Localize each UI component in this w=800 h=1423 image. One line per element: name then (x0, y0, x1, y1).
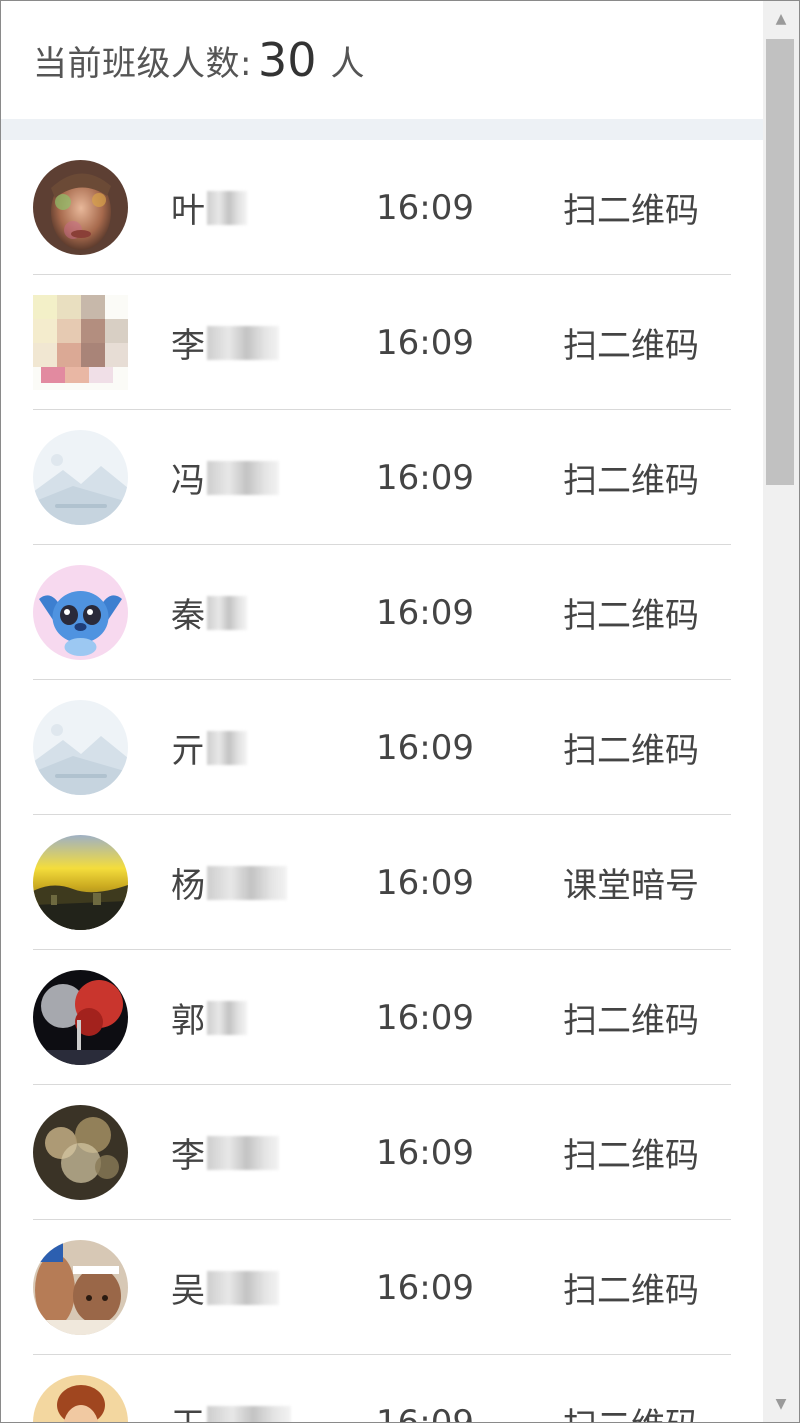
name-redaction (207, 1000, 247, 1035)
avatar (33, 430, 128, 525)
avatar (33, 1240, 128, 1335)
student-row[interactable]: 李 16:09 扫二维码 (33, 1085, 731, 1220)
checkin-time: 16:09 (376, 187, 474, 228)
section-divider (1, 119, 763, 140)
avatar (33, 700, 128, 795)
avatar (33, 835, 128, 930)
student-list: 叶 16:09 扫二维码 李 16:09 扫二维码 冯 16:09 扫二维码 秦… (1, 140, 763, 1422)
name-redaction (207, 730, 247, 765)
class-count-unit: 人 (330, 43, 365, 84)
checkin-time: 16:09 (376, 997, 474, 1038)
student-surname: 杨 (171, 866, 205, 906)
student-surname: 冯 (171, 461, 205, 501)
student-name: 杨 (171, 815, 287, 950)
checkin-window: 当前班级人数: 30 人 叶 16:09 扫二维码 李 16:09 扫二维码 冯… (0, 0, 800, 1423)
student-surname: 吴 (171, 1271, 205, 1311)
student-surname: 王 (171, 1398, 205, 1422)
student-name: 冯 (171, 410, 279, 545)
name-redaction (207, 190, 247, 225)
avatar (33, 970, 128, 1065)
class-count-label: 当前班级人数: (33, 43, 252, 84)
student-row[interactable]: 王 16:09 扫二维码 (33, 1355, 731, 1422)
student-surname: 秦 (171, 596, 205, 636)
class-count-header: 当前班级人数: 30 人 (1, 1, 763, 119)
student-row[interactable]: 叶 16:09 扫二维码 (33, 140, 731, 275)
student-name: 李 (171, 275, 279, 410)
vertical-scrollbar[interactable]: ▲ ▼ (763, 1, 799, 1422)
checkin-method: 扫二维码 (563, 1355, 699, 1422)
checkin-time: 16:09 (376, 1132, 474, 1173)
student-row[interactable]: 李 16:09 扫二维码 (33, 275, 731, 410)
student-name: 郭 (171, 950, 247, 1085)
main-content: 当前班级人数: 30 人 叶 16:09 扫二维码 李 16:09 扫二维码 冯… (1, 1, 763, 1422)
student-name: 吴 (171, 1220, 279, 1355)
checkin-time: 16:09 (376, 727, 474, 768)
student-surname: 叶 (171, 191, 205, 231)
checkin-time: 16:09 (376, 862, 474, 903)
name-redaction (207, 595, 247, 630)
name-redaction (207, 325, 279, 360)
avatar (33, 295, 128, 390)
student-name: 叶 (171, 140, 247, 275)
student-name: 王 (171, 1355, 291, 1422)
checkin-time: 16:09 (376, 322, 474, 363)
checkin-time: 16:09 (376, 1267, 474, 1308)
checkin-method: 扫二维码 (563, 1136, 699, 1176)
checkin-time: 16:09 (376, 1355, 474, 1423)
avatar (33, 1375, 128, 1422)
student-row[interactable]: 冯 16:09 扫二维码 (33, 410, 731, 545)
student-row[interactable]: 郭 16:09 扫二维码 (33, 950, 731, 1085)
student-name: 秦 (171, 545, 247, 680)
student-name: 亓 (171, 680, 247, 815)
avatar (33, 160, 128, 255)
checkin-time: 16:09 (376, 592, 474, 633)
avatar (33, 565, 128, 660)
student-surname: 李 (171, 1136, 205, 1176)
student-surname: 李 (171, 326, 205, 366)
checkin-method: 扫二维码 (563, 596, 699, 636)
checkin-time: 16:09 (376, 457, 474, 498)
checkin-method: 扫二维码 (563, 1271, 699, 1311)
scroll-down-arrow-icon[interactable]: ▼ (763, 1386, 799, 1422)
student-row[interactable]: 亓 16:09 扫二维码 (33, 680, 731, 815)
name-redaction (207, 1135, 279, 1170)
class-count-value: 30 (257, 33, 317, 87)
student-surname: 郭 (171, 1001, 205, 1041)
scroll-up-arrow-icon[interactable]: ▲ (763, 1, 799, 37)
name-redaction (207, 460, 279, 495)
scrollbar-thumb[interactable] (766, 39, 794, 485)
checkin-method: 扫二维码 (563, 461, 699, 501)
avatar (33, 1105, 128, 1200)
checkin-method: 扫二维码 (563, 326, 699, 366)
student-name: 李 (171, 1085, 279, 1220)
checkin-method: 扫二维码 (563, 1001, 699, 1041)
student-row[interactable]: 杨 16:09 课堂暗号 (33, 815, 731, 950)
checkin-method: 扫二维码 (563, 731, 699, 771)
name-redaction (207, 865, 287, 900)
student-row[interactable]: 吴 16:09 扫二维码 (33, 1220, 731, 1355)
name-redaction (207, 1405, 291, 1422)
student-surname: 亓 (171, 731, 205, 771)
student-row[interactable]: 秦 16:09 扫二维码 (33, 545, 731, 680)
checkin-method: 课堂暗号 (563, 866, 699, 906)
name-redaction (207, 1270, 279, 1305)
checkin-method: 扫二维码 (563, 191, 699, 231)
